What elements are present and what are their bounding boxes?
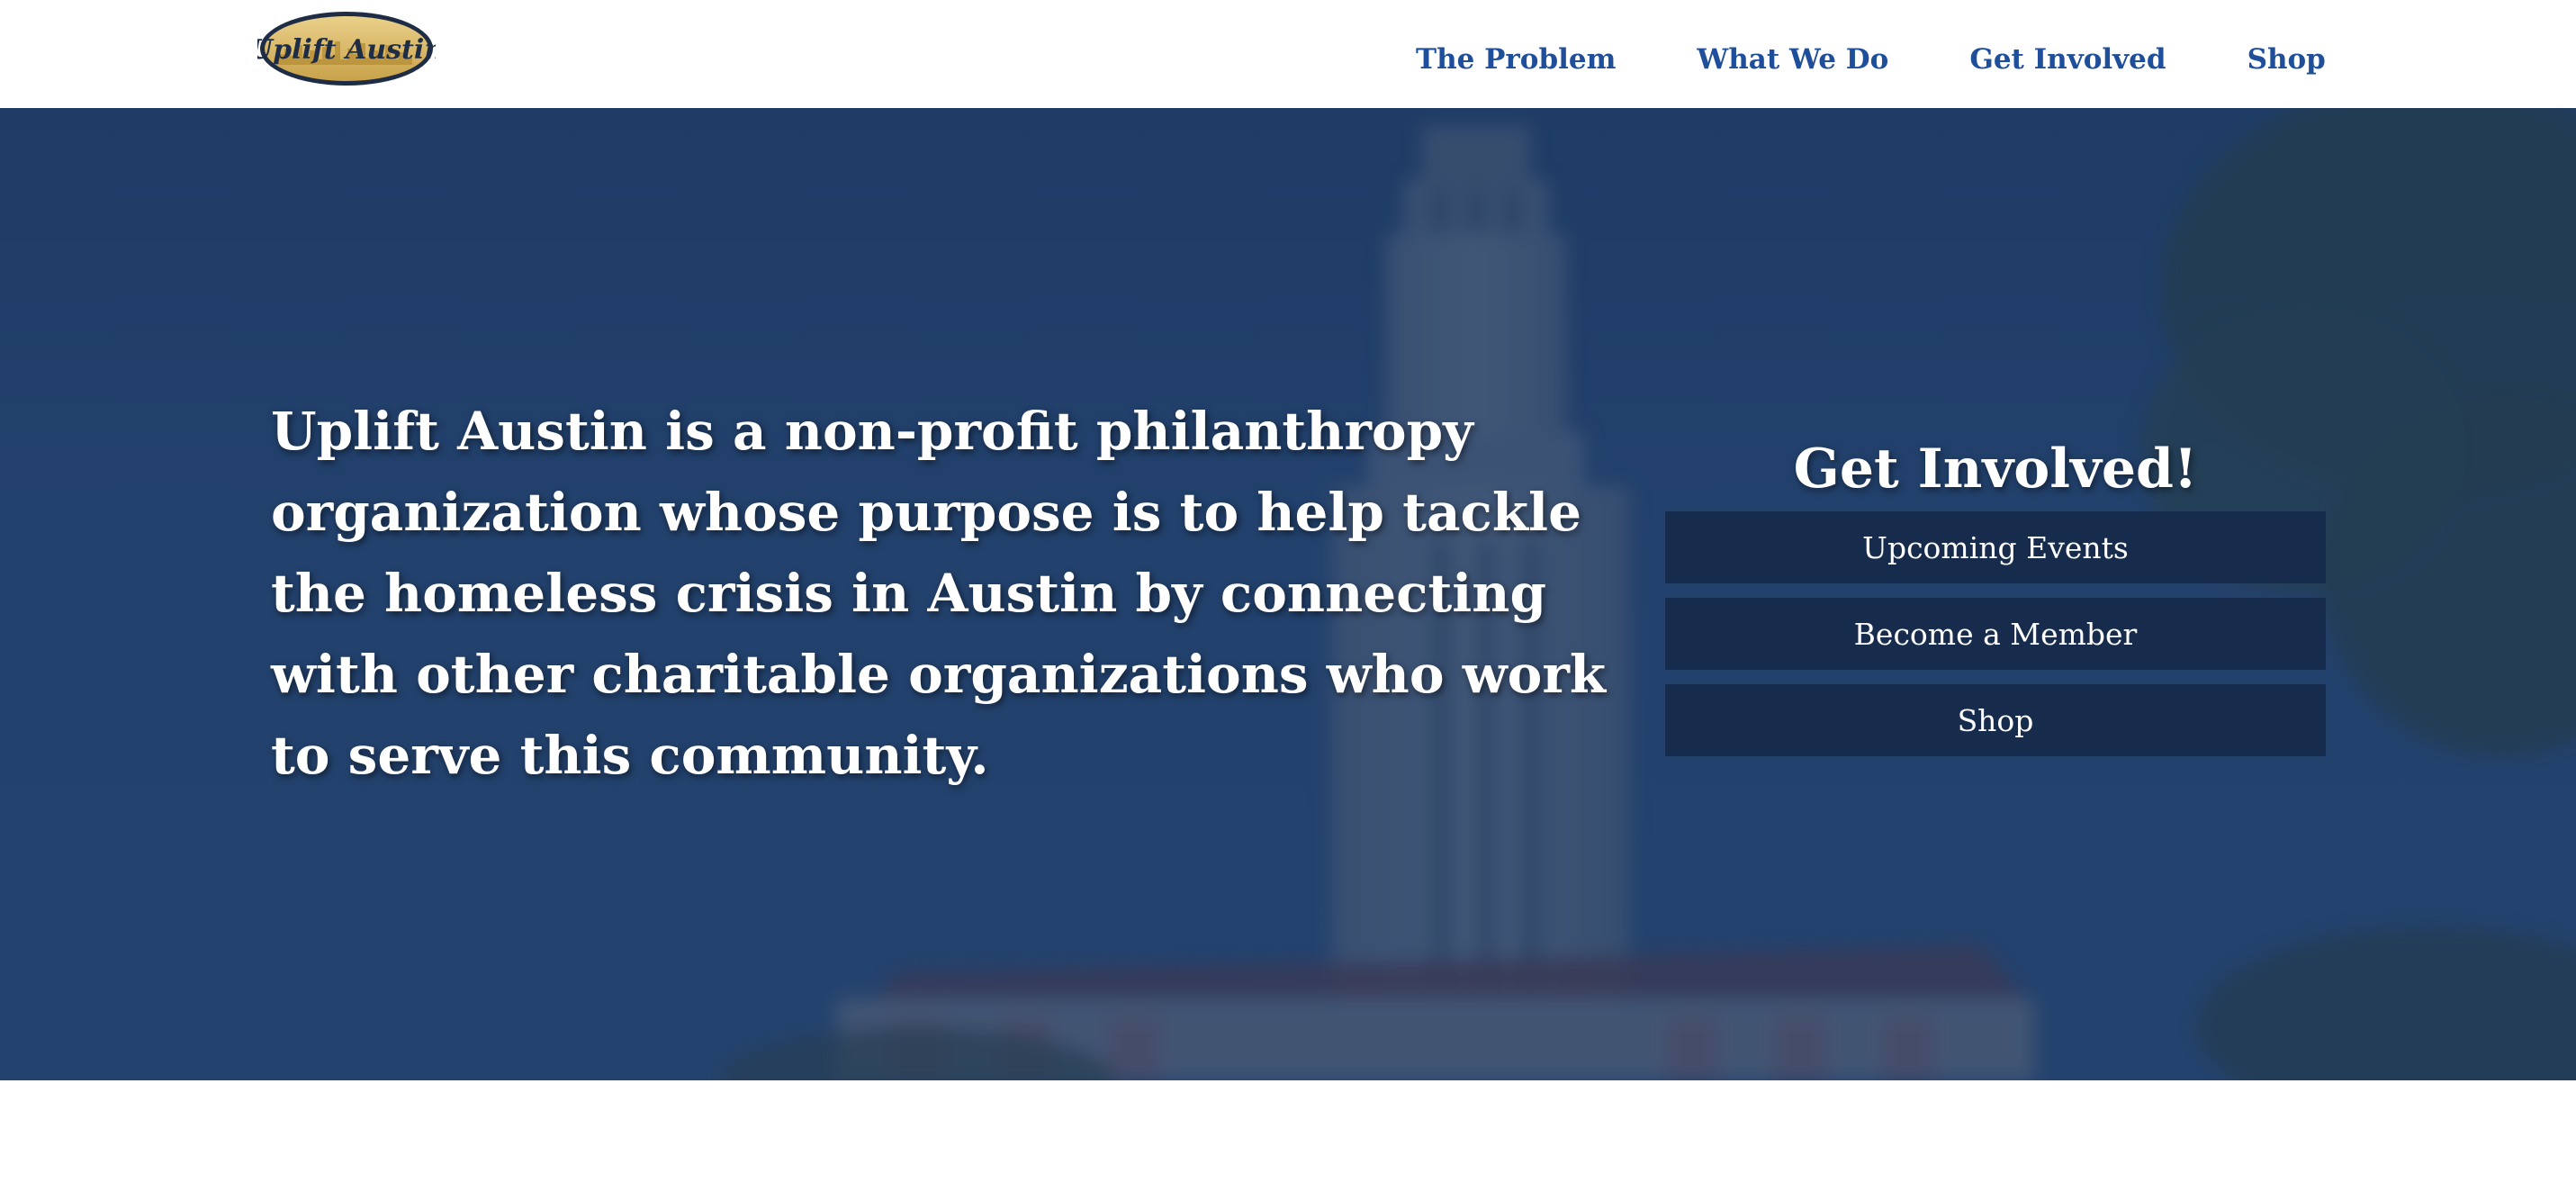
main-nav: The Problem What We Do Get Involved Shop	[1416, 38, 2326, 81]
nav-link-what-we-do[interactable]: What We Do	[1697, 38, 1888, 81]
become-a-member-button[interactable]: Become a Member	[1665, 598, 2326, 670]
hero-section: Uplift Austin is a non-profit philanthro…	[0, 108, 2576, 1080]
uplift-austin-logo[interactable]: Uplift Austin	[257, 9, 436, 88]
logo-icon: Uplift Austin	[257, 12, 436, 86]
mission-statement: Uplift Austin is a non-profit philanthro…	[271, 401, 1607, 786]
shop-button[interactable]: Shop	[1665, 684, 2326, 756]
site-header: Uplift Austin The Problem What We Do Get…	[0, 0, 2576, 108]
nav-link-the-problem[interactable]: The Problem	[1416, 38, 1616, 81]
nav-link-get-involved[interactable]: Get Involved	[1969, 38, 2166, 81]
upcoming-events-button[interactable]: Upcoming Events	[1665, 511, 2326, 583]
logo-text: Uplift Austin	[257, 34, 436, 66]
nav-link-shop[interactable]: Shop	[2247, 38, 2326, 81]
get-involved-heading: Get Involved!	[1793, 438, 2198, 501]
get-involved-panel: Get Involved! Upcoming Events Become a M…	[1665, 432, 2326, 771]
